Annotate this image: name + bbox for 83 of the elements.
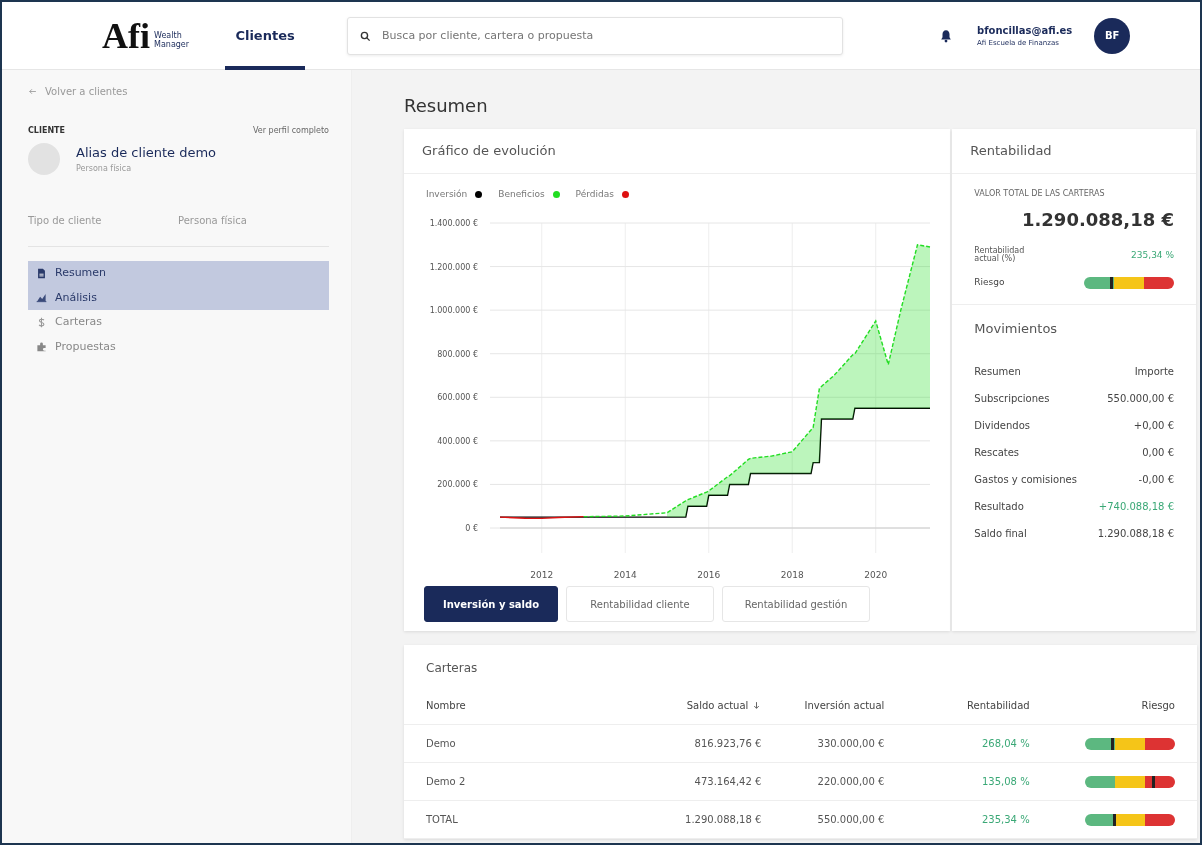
client-name: Alias de cliente demo (76, 144, 217, 163)
field-label: Tipo de cliente (28, 214, 103, 228)
bell-icon[interactable] (939, 28, 954, 43)
card-title: Rentabilidad (952, 129, 1196, 174)
movement-value: 1.290.088,18 € (1097, 527, 1174, 542)
movement-label: Saldo final (974, 527, 1027, 542)
y-tick-label: 1.000.000 € (429, 306, 478, 316)
column-header: Importe (1134, 365, 1174, 380)
menu-item[interactable]: Análisis (28, 285, 329, 310)
table-cell-text: 330.000,00 € (817, 737, 885, 751)
movement-value: 550.000,00 € (1107, 392, 1174, 407)
table-cell-text: Demo 2 (426, 775, 467, 789)
legend-label: Pérdidas (575, 187, 614, 201)
y-tick-label: 200.000 € (437, 480, 478, 490)
return-value: 235,34 % (1131, 248, 1174, 262)
movement-label: Resultado (974, 500, 1024, 515)
nav-tab[interactable]: Clientes (225, 1, 306, 70)
movement-value: -0,00 € (1138, 473, 1174, 488)
user-email: bfoncillas@afi.es (977, 23, 1073, 38)
legend-label: Inversión (426, 187, 468, 201)
movement-label: Gastos y comisiones (974, 473, 1077, 488)
column-header: Inversión actual (804, 699, 885, 713)
table-cell-text: 816.923,76 € (694, 737, 762, 751)
profile-link[interactable]: Ver perfil completo (252, 125, 329, 137)
menu-item[interactable]: Propuestas (28, 334, 329, 359)
movement-value: +0,00 € (1133, 419, 1174, 434)
column-header: Nombre (426, 699, 467, 713)
logo: Afi (102, 17, 150, 54)
menu-item[interactable]: Carteras (28, 310, 329, 335)
column-header[interactable]: Saldo actual (686, 698, 762, 713)
x-tick-label: 2018 (780, 570, 804, 580)
x-tick-label: 2020 (864, 570, 888, 580)
movement-label: Subscripciones (974, 392, 1050, 407)
field-value: Persona física (178, 214, 247, 228)
chart-tab[interactable]: Rentabilidad cliente (566, 586, 714, 622)
user-avatar[interactable]: BF (1094, 17, 1131, 54)
column-header: Riesgo (1141, 699, 1175, 713)
menu-item[interactable]: Resumen (28, 261, 329, 286)
movement-label: Rescates (974, 446, 1020, 461)
table-cell-text: 550.000,00 € (817, 813, 885, 827)
return-label: Rentabilidad actual (%) (974, 246, 1025, 265)
y-tick-label: 600.000 € (437, 393, 478, 403)
chart-tab[interactable]: Inversión y saldo (424, 586, 558, 622)
movement-value: +740.088,18 € (1098, 500, 1174, 515)
table-cell-text: 235,34 % (982, 813, 1030, 827)
table-cell-text: 473.164,42 € (694, 775, 762, 789)
table-cell-text: 220.000,00 € (817, 775, 885, 789)
back-arrow-icon (28, 87, 37, 96)
y-tick-label: 400.000 € (437, 436, 478, 446)
movement-label: Dividendos (974, 419, 1030, 434)
card-title: Gráfico de evolución (404, 129, 951, 174)
document-icon (36, 267, 47, 279)
search-field[interactable]: Busca por cliente, cartera o propuesta (347, 16, 844, 55)
logo-subtitle: Wealth Manager (154, 31, 190, 50)
y-tick-label: 800.000 € (437, 349, 478, 359)
legend-label: Beneficios (498, 187, 545, 201)
total-label: VALOR TOTAL DE LAS CARTERAS (974, 187, 1106, 200)
table-cell-text: TOTAL (426, 813, 459, 827)
column-header: Resumen (974, 365, 1021, 380)
risk-label: Riesgo (974, 276, 1005, 290)
y-tick-label: 1.200.000 € (429, 262, 478, 272)
table-cell-text: 268,04 % (982, 737, 1030, 751)
puzzle-icon (36, 341, 47, 353)
y-tick-label: 1.400.000 € (429, 219, 478, 228)
page-title: Resumen (404, 94, 489, 118)
card-title: Carteras (425, 660, 479, 677)
x-tick-label: 2016 (697, 570, 721, 580)
section-label: CLIENTE (28, 125, 66, 137)
table-cell-text: 1.290.088,18 € (685, 813, 762, 827)
client-type: Persona física (76, 162, 133, 175)
dollar-icon (36, 316, 47, 328)
y-tick-label: 0 € (465, 524, 478, 533)
search-icon (360, 30, 372, 42)
x-tick-label: 2012 (530, 570, 554, 580)
column-header: Rentabilidad (967, 699, 1030, 713)
table-cell-text: Demo (426, 737, 457, 751)
chart-icon (36, 292, 47, 304)
x-tick-label: 2014 (613, 570, 637, 580)
table-cell-text: 135,08 % (982, 775, 1030, 789)
total-value: 1.290.088,18 € (1020, 207, 1174, 232)
movement-value: 0,00 € (1142, 446, 1174, 461)
chart-tab[interactable]: Rentabilidad gestión (722, 586, 870, 622)
section-title: Movimientos (974, 319, 1059, 338)
